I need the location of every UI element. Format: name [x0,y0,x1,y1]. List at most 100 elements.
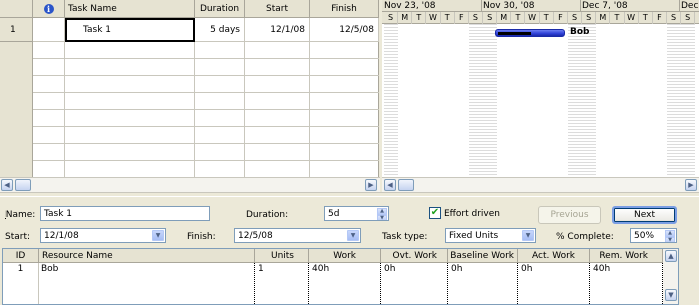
task-name-column-header[interactable]: Task Name [65,0,195,18]
empty-task-rows[interactable] [0,42,379,177]
gantt-horizontal-scrollbar[interactable]: ◀ ▶ [382,177,699,192]
gantt-progress-bar [498,32,531,35]
weekend-column [483,24,498,177]
day-label: M [398,12,413,24]
gantt-chart[interactable]: Nov 23, '08 Nov 30, '08 Dec 7, '08 Dec S… [382,0,699,177]
previous-button[interactable]: Previous [538,206,601,224]
start-column-header[interactable]: Start [245,0,310,18]
day-label: S [582,12,597,24]
week-label: Dec 7, '08 [582,0,680,12]
day-label: T [511,12,526,24]
percent-complete-label: % Complete: [556,232,614,242]
finish-label: Finish: [187,232,216,242]
ovt-work-cell[interactable]: 0h [381,263,448,304]
ovt-work-column-header[interactable]: Ovt. Work [381,249,448,263]
task-type-select[interactable]: Fixed Units ▼ [445,228,536,243]
scroll-left-icon[interactable]: ◀ [384,179,396,191]
weekend-column [667,24,682,177]
chevron-down-icon[interactable]: ▼ [347,230,359,241]
day-label: W [526,12,540,24]
scroll-left-icon[interactable]: ◀ [1,179,13,191]
week-label: Dec [681,1,699,11]
weekend-column [567,24,583,177]
day-label: T [610,12,625,24]
finish-cell[interactable]: 12/5/08 [310,18,379,42]
duration-field[interactable]: 5d ▲ ▼ [324,206,389,221]
day-label: S [681,12,696,24]
scrollbar-thumb[interactable] [398,179,414,191]
task-grid: i Task Name Duration Start Finish 1 Task… [0,0,379,177]
gantt-resource-label: Bob [570,27,590,37]
finish-column-header[interactable]: Finish [310,0,379,18]
work-cell[interactable]: 40h [309,263,381,304]
weekend-column [582,24,597,177]
duration-spinner[interactable]: ▲ ▼ [377,208,387,220]
chevron-down-icon[interactable]: ▼ [152,230,164,241]
day-label: S [568,12,583,24]
act-work-column-header[interactable]: Act. Work [518,249,590,263]
start-field[interactable]: 12/1/08 ▼ [40,228,166,243]
day-label: T [441,12,455,24]
finish-field[interactable]: 12/5/08 ▼ [234,228,361,243]
day-label: F [455,12,469,24]
units-cell[interactable]: 1 [255,263,309,304]
task-type-label: Task type: [382,232,428,242]
resource-table-vertical-scrollbar[interactable]: ▲ ▼ [663,249,678,304]
day-label: W [426,12,441,24]
duration-cell[interactable]: 5 days [195,18,245,42]
info-icon: i [43,3,54,14]
week-label: Nov 23, '08 [384,0,482,12]
task-grid-horizontal-scrollbar[interactable]: ◀ ▶ [0,177,380,192]
rem-work-cell[interactable]: 40h [590,263,663,304]
day-label: S [384,12,399,24]
row-header[interactable]: 1 [0,18,33,42]
day-label: F [653,12,667,24]
day-label: S [667,12,682,24]
scrollbar-thumb[interactable] [15,179,31,191]
work-column-header[interactable]: Work [309,249,381,263]
weekend-column [681,24,696,177]
resource-name-column-header[interactable]: Resource Name [39,249,255,263]
effort-driven-label[interactable]: Effort driven [444,209,500,219]
baseline-work-column-header[interactable]: Baseline Work [448,249,518,263]
week-header-row: Nov 23, '08 Nov 30, '08 Dec 7, '08 Dec [382,0,699,12]
effort-driven-checkbox[interactable]: ✔ [429,207,441,219]
row-header-corner[interactable] [0,0,33,18]
indicators-cell[interactable] [33,18,65,42]
duration-label: Duration: [246,210,289,220]
day-header-row: SMTWTFSSMTWTFSSMTWTFSS [382,12,699,24]
day-label: M [596,12,611,24]
indicators-column-header[interactable]: i [33,0,65,18]
percent-complete-spinner[interactable]: ▲ ▼ [665,230,675,242]
task-name-cell[interactable]: Task 1 [65,18,195,42]
start-cell[interactable]: 12/1/08 [245,18,310,42]
start-label: Start: [5,232,31,242]
resource-name-cell[interactable]: Bob [39,263,255,304]
week-label: Nov 30, '08 [483,0,581,12]
duration-column-header[interactable]: Duration [195,0,245,18]
weekend-column [468,24,484,177]
units-column-header[interactable]: Units [255,249,309,263]
scroll-down-icon[interactable]: ▼ [665,289,677,301]
scroll-right-icon[interactable]: ▶ [685,179,697,191]
next-button[interactable]: Next [612,206,677,224]
act-work-cell[interactable]: 0h [518,263,590,304]
id-column-header[interactable]: ID [3,249,39,263]
day-label: M [497,12,512,24]
table-row[interactable]: 1 Bob 1 40h 0h 0h 0h 40h [3,263,663,304]
day-label: T [412,12,427,24]
day-label: T [540,12,554,24]
day-label: W [625,12,639,24]
rem-work-column-header[interactable]: Rem. Work [590,249,663,263]
name-field[interactable]: Task 1 [40,206,210,221]
gantt-task-bar[interactable] [495,29,565,37]
baseline-work-cell[interactable]: 0h [448,263,518,304]
split-divider[interactable] [0,192,699,197]
scroll-up-icon[interactable]: ▲ [665,250,677,262]
weekend-column [384,24,399,177]
resource-table: ID Resource Name Units Work Ovt. Work Ba… [2,248,679,305]
percent-complete-field[interactable]: 50% ▲ ▼ [630,228,677,243]
scroll-right-icon[interactable]: ▶ [365,179,377,191]
day-label: S [483,12,498,24]
chevron-down-icon[interactable]: ▼ [522,230,534,241]
